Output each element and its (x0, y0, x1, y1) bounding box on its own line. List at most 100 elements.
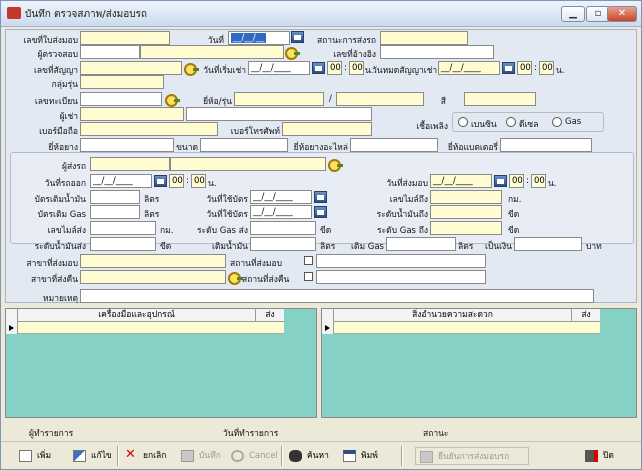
oil-send-field[interactable] (90, 237, 156, 251)
reg-no-field[interactable] (80, 92, 162, 106)
size-field[interactable] (200, 138, 288, 152)
edit-button[interactable]: แก้ไข (73, 447, 112, 465)
color-field[interactable] (464, 92, 536, 106)
facilities-col-header[interactable]: สิ่งอำนวยความสะดวก (334, 309, 572, 322)
add-button[interactable]: เพิ่ม (19, 447, 51, 465)
mobile-field[interactable] (80, 122, 218, 136)
lookup-icon[interactable] (285, 46, 300, 60)
oil-arrive-field[interactable] (430, 205, 502, 219)
group-field[interactable] (80, 75, 164, 89)
use-date2-field[interactable]: __/__/____ (250, 205, 312, 219)
tools-grid[interactable]: เครื่องมือและอุปกรณ์ ส่ง (5, 308, 317, 418)
facilities-grid[interactable]: สิ่งอำนวยความสะดวก ส่ง (321, 308, 637, 418)
gas-arrive-field[interactable] (430, 221, 502, 235)
reg-no-label: เลขทะเบียน (34, 97, 78, 107)
end-minute-field[interactable]: 00 (539, 61, 554, 75)
tire-brand-field[interactable] (80, 138, 174, 152)
contract-no-field[interactable] (80, 61, 182, 75)
unit-label: น. (208, 179, 217, 189)
tools-col-header[interactable]: เครื่องมือและอุปกรณ์ (18, 309, 256, 322)
end-date-field[interactable]: __/__/____ (438, 61, 500, 75)
renter-name-field[interactable] (186, 107, 372, 121)
toolbar-separator (281, 446, 283, 466)
minimize-button[interactable]: ▁ (561, 6, 585, 22)
return-place-checkbox[interactable] (304, 272, 313, 281)
window-title: บันทึก ตรวจสภาพ/ส่งมอบรถ (25, 9, 147, 20)
out-hour-field[interactable]: 00 (169, 174, 184, 188)
form-panel: เลขที่ใบส่งมอบ วันที่ __/__/__ สถานะการส… (5, 29, 637, 304)
battery-brand-field[interactable] (500, 138, 592, 152)
mile-arrive-field[interactable] (430, 190, 502, 204)
lookup-icon[interactable] (184, 62, 199, 76)
calendar-icon[interactable] (502, 62, 515, 74)
inspector-name-field[interactable] (140, 45, 284, 59)
lookup-icon[interactable] (165, 93, 180, 107)
calendar-icon[interactable] (314, 191, 327, 203)
use-date1-field[interactable]: __/__/____ (250, 190, 312, 204)
fill-gas-label: บัตรเติม Gas (37, 210, 86, 220)
fuel-radio-gas[interactable] (552, 117, 562, 127)
tools-send-col-header[interactable]: ส่ง (256, 309, 284, 322)
ref-no-field[interactable] (380, 45, 494, 59)
start-minute-field[interactable]: 00 (349, 61, 364, 75)
cancel-button[interactable]: Cancel (231, 447, 278, 465)
car-status-field[interactable] (380, 31, 468, 45)
colon-label: : (534, 63, 537, 73)
cancel-button-label: Cancel (249, 451, 278, 461)
fill-oil-field[interactable] (90, 190, 140, 204)
cancel-doc-button[interactable]: ✕ ยกเลิก (125, 447, 166, 465)
close-button[interactable]: ✕ (607, 6, 637, 22)
amount-field[interactable] (514, 237, 582, 251)
calendar-icon[interactable] (154, 175, 167, 187)
calendar-icon[interactable] (314, 206, 327, 218)
table-row[interactable] (334, 322, 600, 334)
lookup-icon[interactable] (328, 158, 343, 172)
inspector-code-field[interactable] (80, 45, 140, 59)
save-button[interactable]: บันทึก (181, 447, 221, 465)
gas-send-field[interactable] (250, 221, 316, 235)
end-hour-field[interactable]: 00 (517, 61, 532, 75)
note-label: หมายเหตุ (43, 294, 78, 304)
table-row[interactable] (18, 322, 284, 334)
driver-name-field[interactable] (170, 157, 326, 171)
facilities-send-col-header[interactable]: ส่ง (572, 309, 600, 322)
fill-gas-field[interactable] (90, 205, 140, 219)
phone-field[interactable] (282, 122, 372, 136)
start-hour-field[interactable]: 00 (327, 61, 342, 75)
brand-field[interactable] (234, 92, 324, 106)
calendar-icon[interactable] (494, 175, 507, 187)
date-field[interactable]: __/__/__ (228, 31, 290, 45)
calendar-icon[interactable] (291, 31, 304, 43)
deliver-branch-field[interactable] (80, 254, 226, 268)
delivery-no-field[interactable] (80, 31, 170, 45)
out-minute-field[interactable]: 00 (191, 174, 206, 188)
renter-code-field[interactable] (80, 107, 184, 121)
lookup-icon[interactable] (228, 271, 243, 285)
toolbar-separator (401, 446, 403, 466)
fuel-radio-petrol[interactable] (458, 117, 468, 127)
print-button[interactable]: พิมพ์ (343, 447, 378, 465)
liter-label: ลิตร (144, 195, 160, 205)
driver-code-field[interactable] (90, 157, 170, 171)
add-gas-field[interactable] (386, 237, 456, 251)
mile-send-field[interactable] (90, 221, 156, 235)
calendar-icon[interactable] (312, 62, 325, 74)
spare-brand-field[interactable] (350, 138, 438, 152)
start-date-field[interactable]: __/__/____ (248, 61, 310, 75)
search-button[interactable]: ค้นหา (289, 447, 329, 465)
deliver-place-field[interactable] (316, 254, 486, 268)
deliver-hour-field[interactable]: 00 (509, 174, 524, 188)
deliver-minute-field[interactable]: 00 (531, 174, 546, 188)
fuel-radio-diesel[interactable] (506, 117, 516, 127)
return-place-field[interactable] (316, 270, 486, 284)
deliver-place-checkbox[interactable] (304, 256, 313, 265)
model-field[interactable] (336, 92, 424, 106)
exit-button[interactable]: ปิด (585, 447, 614, 465)
out-date-field[interactable]: __/__/____ (90, 174, 152, 188)
confirm-delivery-button[interactable]: ยืนยันการส่งมอบรถ (415, 447, 529, 465)
add-oil-label: เติมน้ำมัน (211, 242, 248, 252)
deliver-date-field[interactable]: __/__/____ (430, 174, 492, 188)
note-field[interactable] (80, 289, 594, 303)
add-oil-field[interactable] (250, 237, 316, 251)
return-branch-field[interactable] (80, 270, 226, 284)
